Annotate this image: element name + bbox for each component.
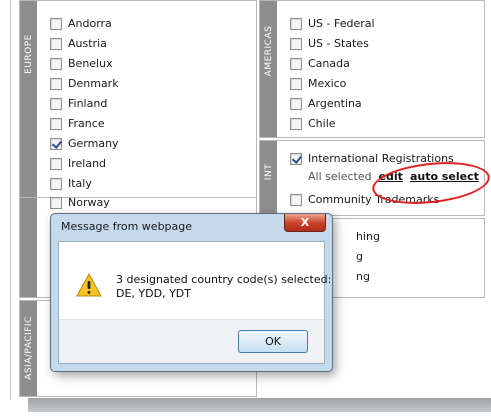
country-row-us-states[interactable]: US - States (290, 34, 369, 53)
americas-panel: AMERICAS US - Federal US - States Canada… (259, 0, 485, 138)
country-row-norway[interactable]: Norway (50, 193, 110, 212)
partial-label: ng (356, 270, 370, 283)
page-bottom-shadow (28, 398, 491, 412)
country-label: Finland (68, 97, 108, 110)
int-tab-label: INT (263, 163, 274, 181)
message-line-2: DE, YDD, YDT (116, 287, 191, 300)
status-text: All selected (308, 170, 372, 183)
message-dialog: Message from webpage X 3 designated coun… (50, 213, 333, 372)
partial-row[interactable]: hing (356, 227, 380, 246)
checkbox[interactable] (50, 177, 62, 190)
ok-button[interactable]: OK (238, 330, 308, 353)
americas-tab-label: AMERICAS (263, 25, 274, 77)
country-row-us-federal[interactable]: US - Federal (290, 14, 375, 33)
checkbox[interactable] (50, 17, 62, 30)
partial-label: hing (356, 230, 380, 243)
message-line-1: 3 designated country code(s) selected: (116, 273, 332, 286)
checkbox[interactable] (290, 37, 302, 50)
country-row-finland[interactable]: Finland (50, 94, 107, 113)
checkbox-checked[interactable] (50, 137, 62, 150)
country-row-argentina[interactable]: Argentina (290, 94, 362, 113)
checkbox[interactable] (50, 117, 62, 130)
country-label: Benelux (68, 57, 113, 70)
country-label: Norway (68, 196, 110, 209)
country-label: Denmark (68, 77, 119, 90)
country-label: Argentina (308, 97, 362, 110)
country-row-benelux[interactable]: Benelux (50, 54, 113, 73)
country-row-mexico[interactable]: Mexico (290, 74, 346, 93)
checkbox[interactable] (50, 97, 62, 110)
country-row-germany[interactable]: Germany (50, 134, 119, 153)
checkbox[interactable] (290, 193, 302, 206)
checkbox[interactable] (290, 57, 302, 70)
checkbox[interactable] (50, 57, 62, 70)
country-label: Andorra (68, 17, 112, 30)
partial-row[interactable]: ng (356, 267, 370, 286)
country-label: US - States (308, 37, 369, 50)
europe-tab-label: EUROPE (23, 34, 34, 74)
country-label: Ireland (68, 157, 107, 170)
asia-pacific-tab: ASIA/PACIFIC (20, 301, 37, 396)
country-row-ireland[interactable]: Ireland (50, 154, 106, 173)
europe-panel: EUROPE Andorra Austria Benelux Denmark F… (19, 0, 257, 198)
dialog-message: 3 designated country code(s) selected: D… (116, 273, 331, 301)
country-label: Germany (68, 137, 119, 150)
country-label: Mexico (308, 77, 347, 90)
checkbox[interactable] (290, 77, 302, 90)
checkbox[interactable] (290, 17, 302, 30)
americas-tab: AMERICAS (260, 1, 277, 137)
country-row-canada[interactable]: Canada (290, 54, 350, 73)
country-label: Canada (308, 57, 350, 70)
partial-row[interactable]: g (356, 247, 363, 266)
checkbox[interactable] (290, 117, 302, 130)
asia-pacific-tab-label: ASIA/PACIFIC (23, 316, 34, 380)
country-label: US - Federal (308, 17, 375, 30)
country-row-denmark[interactable]: Denmark (50, 74, 119, 93)
country-label: Italy (68, 177, 92, 190)
checkbox-checked[interactable] (290, 152, 302, 165)
country-row-austria[interactable]: Austria (50, 34, 107, 53)
checkbox[interactable] (50, 196, 62, 209)
europe-tab: EUROPE (20, 1, 37, 197)
country-row-france[interactable]: France (50, 114, 105, 133)
europe-tab-continued (20, 198, 37, 297)
country-label: Chile (308, 117, 336, 130)
dialog-footer: OK (59, 319, 324, 363)
checkbox[interactable] (50, 77, 62, 90)
close-button[interactable]: X (284, 214, 326, 232)
country-row-andorra[interactable]: Andorra (50, 14, 112, 33)
country-row-chile[interactable]: Chile (290, 114, 336, 133)
dialog-title: Message from webpage (61, 220, 193, 233)
int-tab: INT (260, 141, 277, 215)
dialog-body: 3 designated country code(s) selected: D… (58, 241, 331, 364)
checkbox[interactable] (290, 97, 302, 110)
country-row-italy[interactable]: Italy (50, 174, 92, 193)
country-label: France (68, 117, 105, 130)
country-label: Austria (68, 37, 107, 50)
warning-icon (76, 273, 102, 297)
checkbox[interactable] (50, 37, 62, 50)
partial-label: g (356, 250, 363, 263)
checkbox[interactable] (50, 157, 62, 170)
